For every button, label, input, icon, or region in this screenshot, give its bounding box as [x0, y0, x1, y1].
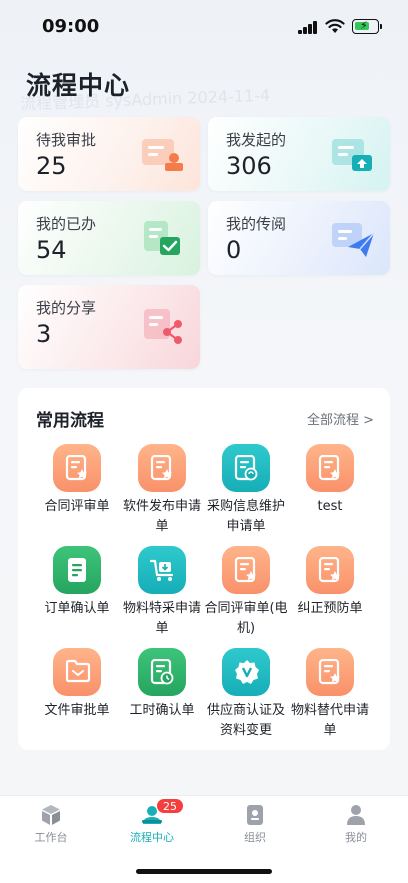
document-star-icon — [306, 444, 354, 492]
user-icon — [347, 805, 365, 825]
clock-document-icon — [138, 648, 186, 696]
flow-label: 供应商认证及资料变更 — [206, 703, 285, 738]
share-document-icon — [144, 309, 182, 344]
tab-flow-center[interactable]: 流程中心 25 — [112, 798, 192, 845]
verified-badge-icon — [222, 648, 270, 696]
flow-label: 物料替代申请单 — [290, 703, 369, 738]
common-flows-panel: 常用流程 全部流程 > 合同评审单 软件发布申请单 采购信息维护申请单 test… — [18, 388, 390, 750]
tab-workbench[interactable]: 工作台 — [11, 804, 91, 845]
all-flows-link[interactable]: 全部流程 > — [307, 409, 374, 428]
flow-item[interactable]: 文件审批单 — [33, 648, 121, 721]
flow-label: 物料特采申请单 — [122, 601, 201, 636]
upload-document-icon — [332, 139, 372, 171]
tab-mine[interactable]: 我的 — [316, 804, 396, 845]
tab-label: 我的 — [345, 831, 367, 844]
flow-item[interactable]: 物料替代申请单 — [286, 648, 374, 741]
flow-item[interactable]: 合同评审单(电机) — [202, 546, 290, 639]
flow-item[interactable]: 纠正预防单 — [286, 546, 374, 619]
completed-card[interactable]: 我的已办 54 — [18, 201, 200, 275]
section-title: 常用流程 — [36, 411, 104, 431]
tab-organization[interactable]: 组织 — [215, 804, 295, 845]
tab-label: 流程中心 — [130, 831, 174, 844]
flow-label: 文件审批单 — [44, 703, 110, 718]
status-time: 09:00 — [42, 16, 100, 37]
document-star-icon — [53, 444, 101, 492]
document-star-icon — [222, 546, 270, 594]
home-indicator — [136, 869, 272, 874]
send-document-icon — [332, 223, 375, 257]
cart-icon — [138, 546, 186, 594]
approval-stamp-icon — [142, 139, 183, 171]
flow-item[interactable]: 合同评审单 — [33, 444, 121, 517]
flow-label: 合同评审单(电机) — [204, 601, 288, 636]
flow-label: 软件发布申请单 — [122, 499, 201, 534]
tab-label: 工作台 — [34, 831, 68, 844]
flow-item[interactable]: 物料特采申请单 — [118, 546, 206, 639]
list-document-icon — [53, 546, 101, 594]
flow-item[interactable]: test — [286, 444, 374, 517]
flow-label: 工时确认单 — [129, 703, 195, 718]
document-star-icon — [138, 444, 186, 492]
flow-item[interactable]: 软件发布申请单 — [118, 444, 206, 537]
page-title: 流程中心 — [26, 71, 131, 100]
flow-label: 采购信息维护申请单 — [206, 499, 285, 534]
charging-bolt-icon: ⚡ — [360, 19, 368, 32]
cube-icon — [42, 805, 60, 825]
cellular-signal-icon — [298, 21, 318, 34]
flow-item[interactable]: 工时确认单 — [118, 648, 206, 721]
flow-item[interactable]: 采购信息维护申请单 — [202, 444, 290, 537]
flow-label: 订单确认单 — [44, 601, 110, 616]
flow-item[interactable]: 供应商认证及资料变更 — [202, 648, 290, 741]
organization-icon — [247, 805, 263, 825]
status-bar: 09:00 ⚡ — [0, 0, 408, 56]
folder-icon — [53, 648, 101, 696]
circulated-card[interactable]: 我的传阅 0 — [208, 201, 390, 275]
battery-icon: ⚡ — [352, 19, 382, 34]
initiated-card[interactable]: 我发起的 306 — [208, 117, 390, 191]
document-refresh-icon — [222, 444, 270, 492]
flow-label: 纠正预防单 — [297, 601, 363, 616]
checked-document-icon — [144, 221, 180, 255]
shared-card[interactable]: 我的分享 3 — [18, 285, 200, 369]
document-star-icon — [306, 546, 354, 594]
wifi-icon — [325, 19, 345, 33]
flow-item[interactable]: 订单确认单 — [33, 546, 121, 619]
pending-approval-card[interactable]: 待我审批 25 — [18, 117, 200, 191]
document-star-icon — [306, 648, 354, 696]
tab-label: 组织 — [244, 831, 266, 844]
flow-label: test — [317, 499, 343, 514]
flow-label: 合同评审单 — [44, 499, 110, 514]
notification-badge: 25 — [156, 798, 184, 814]
